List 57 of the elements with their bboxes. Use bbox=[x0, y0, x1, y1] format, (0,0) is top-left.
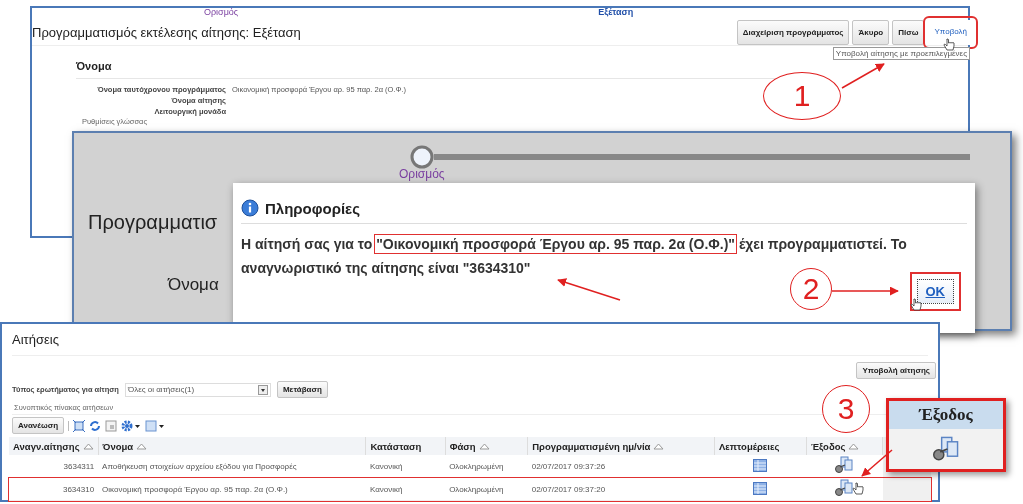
column-header: Έξοδος bbox=[889, 401, 1003, 429]
toolbar-button[interactable]: Πίσω bbox=[892, 20, 925, 45]
pointer-cursor-icon bbox=[852, 482, 864, 496]
settings-icon[interactable] bbox=[121, 419, 142, 432]
details-icon[interactable] bbox=[753, 481, 768, 495]
info-icon bbox=[241, 199, 259, 217]
train-step-label[interactable]: Ορισμός bbox=[204, 7, 239, 17]
sort-icon[interactable] bbox=[478, 443, 490, 451]
sort-icon[interactable] bbox=[82, 443, 94, 451]
dialog-title: Πληροφορίες bbox=[265, 199, 361, 217]
table-cell: 02/07/2017 09:37:20 bbox=[527, 477, 715, 501]
ok-button[interactable]: OK bbox=[916, 279, 954, 304]
table-cell: 3634310 bbox=[9, 477, 99, 501]
column-header[interactable]: Προγραμματισμένη ημ/νία bbox=[527, 437, 715, 455]
table-cell: 02/07/2017 09:37:26 bbox=[527, 455, 715, 478]
table-cell: Κανονική bbox=[365, 477, 446, 501]
train-step-label: Ορισμός bbox=[399, 167, 445, 181]
table-cell: Ολοκληρωμένη bbox=[445, 477, 528, 501]
table-cell: 3634311 bbox=[9, 455, 99, 478]
column-header[interactable]: Φάση bbox=[445, 437, 528, 455]
request-row[interactable]: 3634310 Οικονομική προσφορά Έργου αρ. 95 παρ. 2α (Ο.Φ.) Κανονική Ολοκληρωμένη 02/07/2017 09:37:20 bbox=[9, 477, 931, 501]
pointer-arrow bbox=[841, 63, 885, 89]
toolbar-button[interactable]: Άκυρο bbox=[852, 20, 890, 45]
train-step-label[interactable]: Εξέταση bbox=[598, 7, 634, 17]
table-cell: Αποθήκευση στοιχείων αρχείου εξόδου για Προσφορές bbox=[98, 455, 366, 478]
column-header[interactable]: Όνομα bbox=[98, 437, 366, 455]
refresh-button[interactable]: Ανανέωση bbox=[12, 417, 65, 434]
submit-request-button[interactable]: Υποβολή αίτησης bbox=[856, 362, 936, 379]
pointer-cursor-icon bbox=[943, 38, 955, 52]
sort-icon[interactable] bbox=[653, 443, 665, 451]
pointer-arrow bbox=[831, 286, 899, 296]
go-button[interactable]: Μετάβαση bbox=[276, 381, 328, 398]
table-cell: Ολοκληρωμένη bbox=[445, 455, 528, 478]
table-cell: Κανονική bbox=[365, 455, 446, 478]
output-documents-icon[interactable] bbox=[833, 456, 856, 474]
column-header[interactable]: Λεπτομέρειες bbox=[714, 437, 807, 455]
query-type-select[interactable]: Όλες οι αιτήσεις(1) bbox=[124, 382, 271, 397]
table-cell: Οικονομική προσφορά Έργου αρ. 95 παρ. 2α (Ο.Φ.) bbox=[98, 477, 366, 501]
section-title: Όνομα bbox=[76, 60, 788, 79]
toolbar-button[interactable]: Διαχείριση προγράμματος bbox=[736, 20, 850, 45]
columns-icon[interactable] bbox=[145, 419, 166, 432]
page-title: Προγραμματισ bbox=[88, 211, 218, 234]
tooltip: Υποβολή αίτησης με προεπιλεγμένες bbox=[832, 47, 970, 60]
page-title: Προγραμματισμός εκτέλεσης αίτησης: Εξέταση bbox=[32, 25, 301, 40]
column-header[interactable]: Έξοδος bbox=[806, 437, 883, 455]
output-documents-icon[interactable] bbox=[833, 479, 856, 497]
pointer-arrow bbox=[557, 278, 621, 301]
details-icon[interactable] bbox=[753, 458, 768, 472]
column-header[interactable]: Κατάσταση bbox=[365, 437, 446, 455]
sort-icon[interactable] bbox=[136, 443, 148, 451]
expand-icon[interactable] bbox=[73, 419, 86, 432]
section-title: Όνομα bbox=[168, 275, 219, 295]
column-header[interactable]: Αναγν.αίτησης bbox=[9, 437, 99, 455]
pointer-cursor-icon bbox=[910, 298, 922, 312]
page-title: Αιτήσεις bbox=[12, 332, 928, 356]
sort-icon[interactable] bbox=[848, 443, 860, 451]
refresh-icon[interactable] bbox=[89, 419, 102, 432]
